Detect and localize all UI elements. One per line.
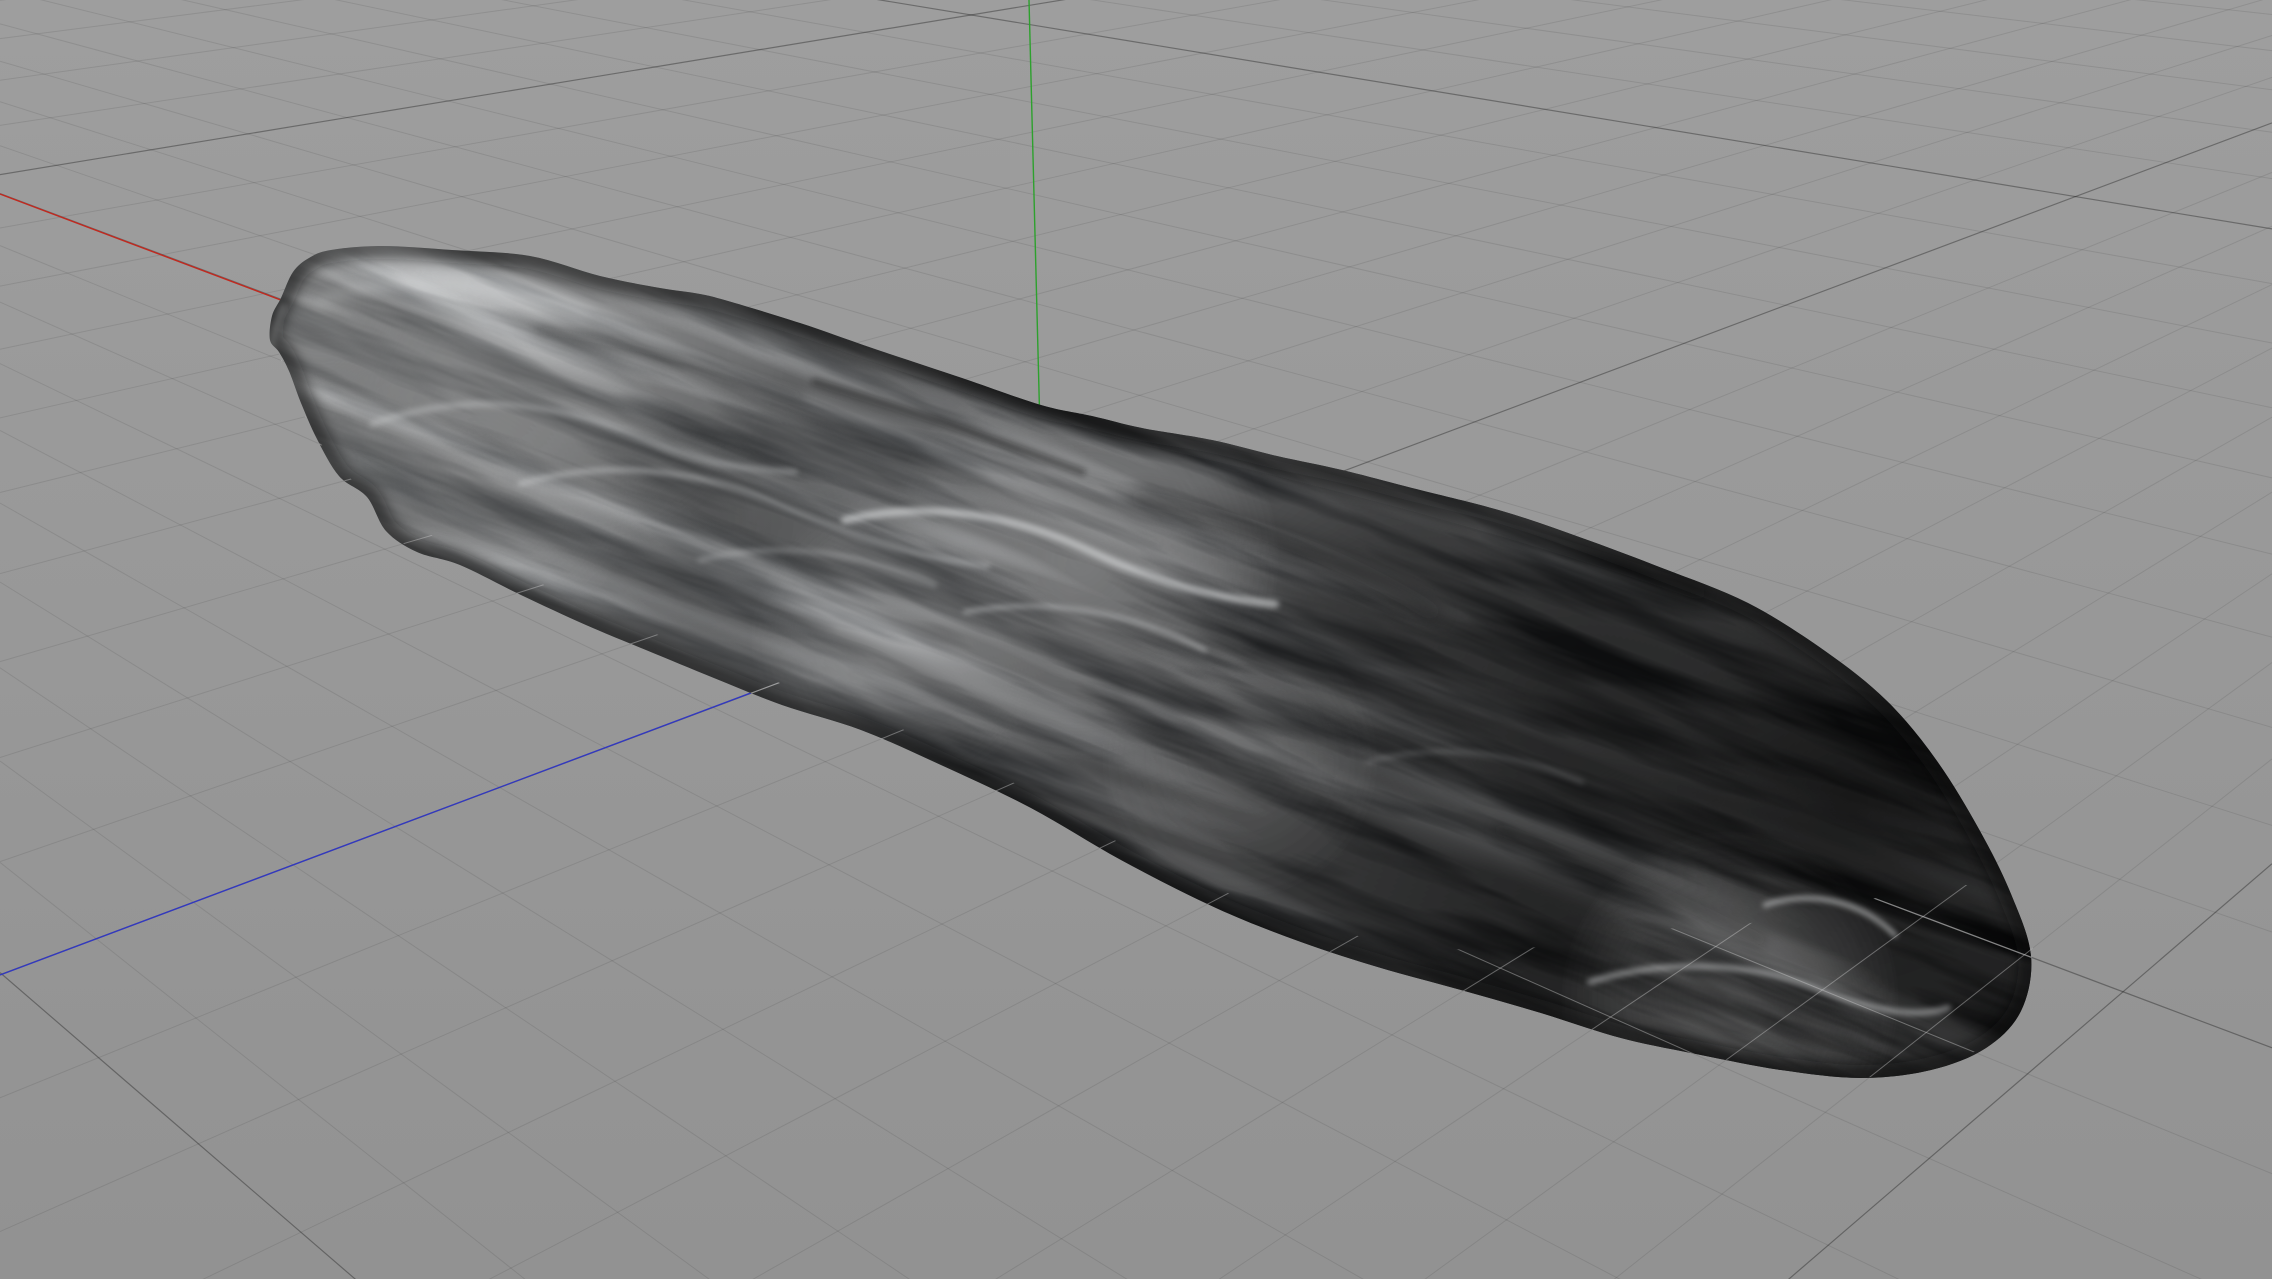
3d-viewport[interactable] [0,0,2272,1279]
viewport-canvas[interactable] [0,0,2272,1279]
